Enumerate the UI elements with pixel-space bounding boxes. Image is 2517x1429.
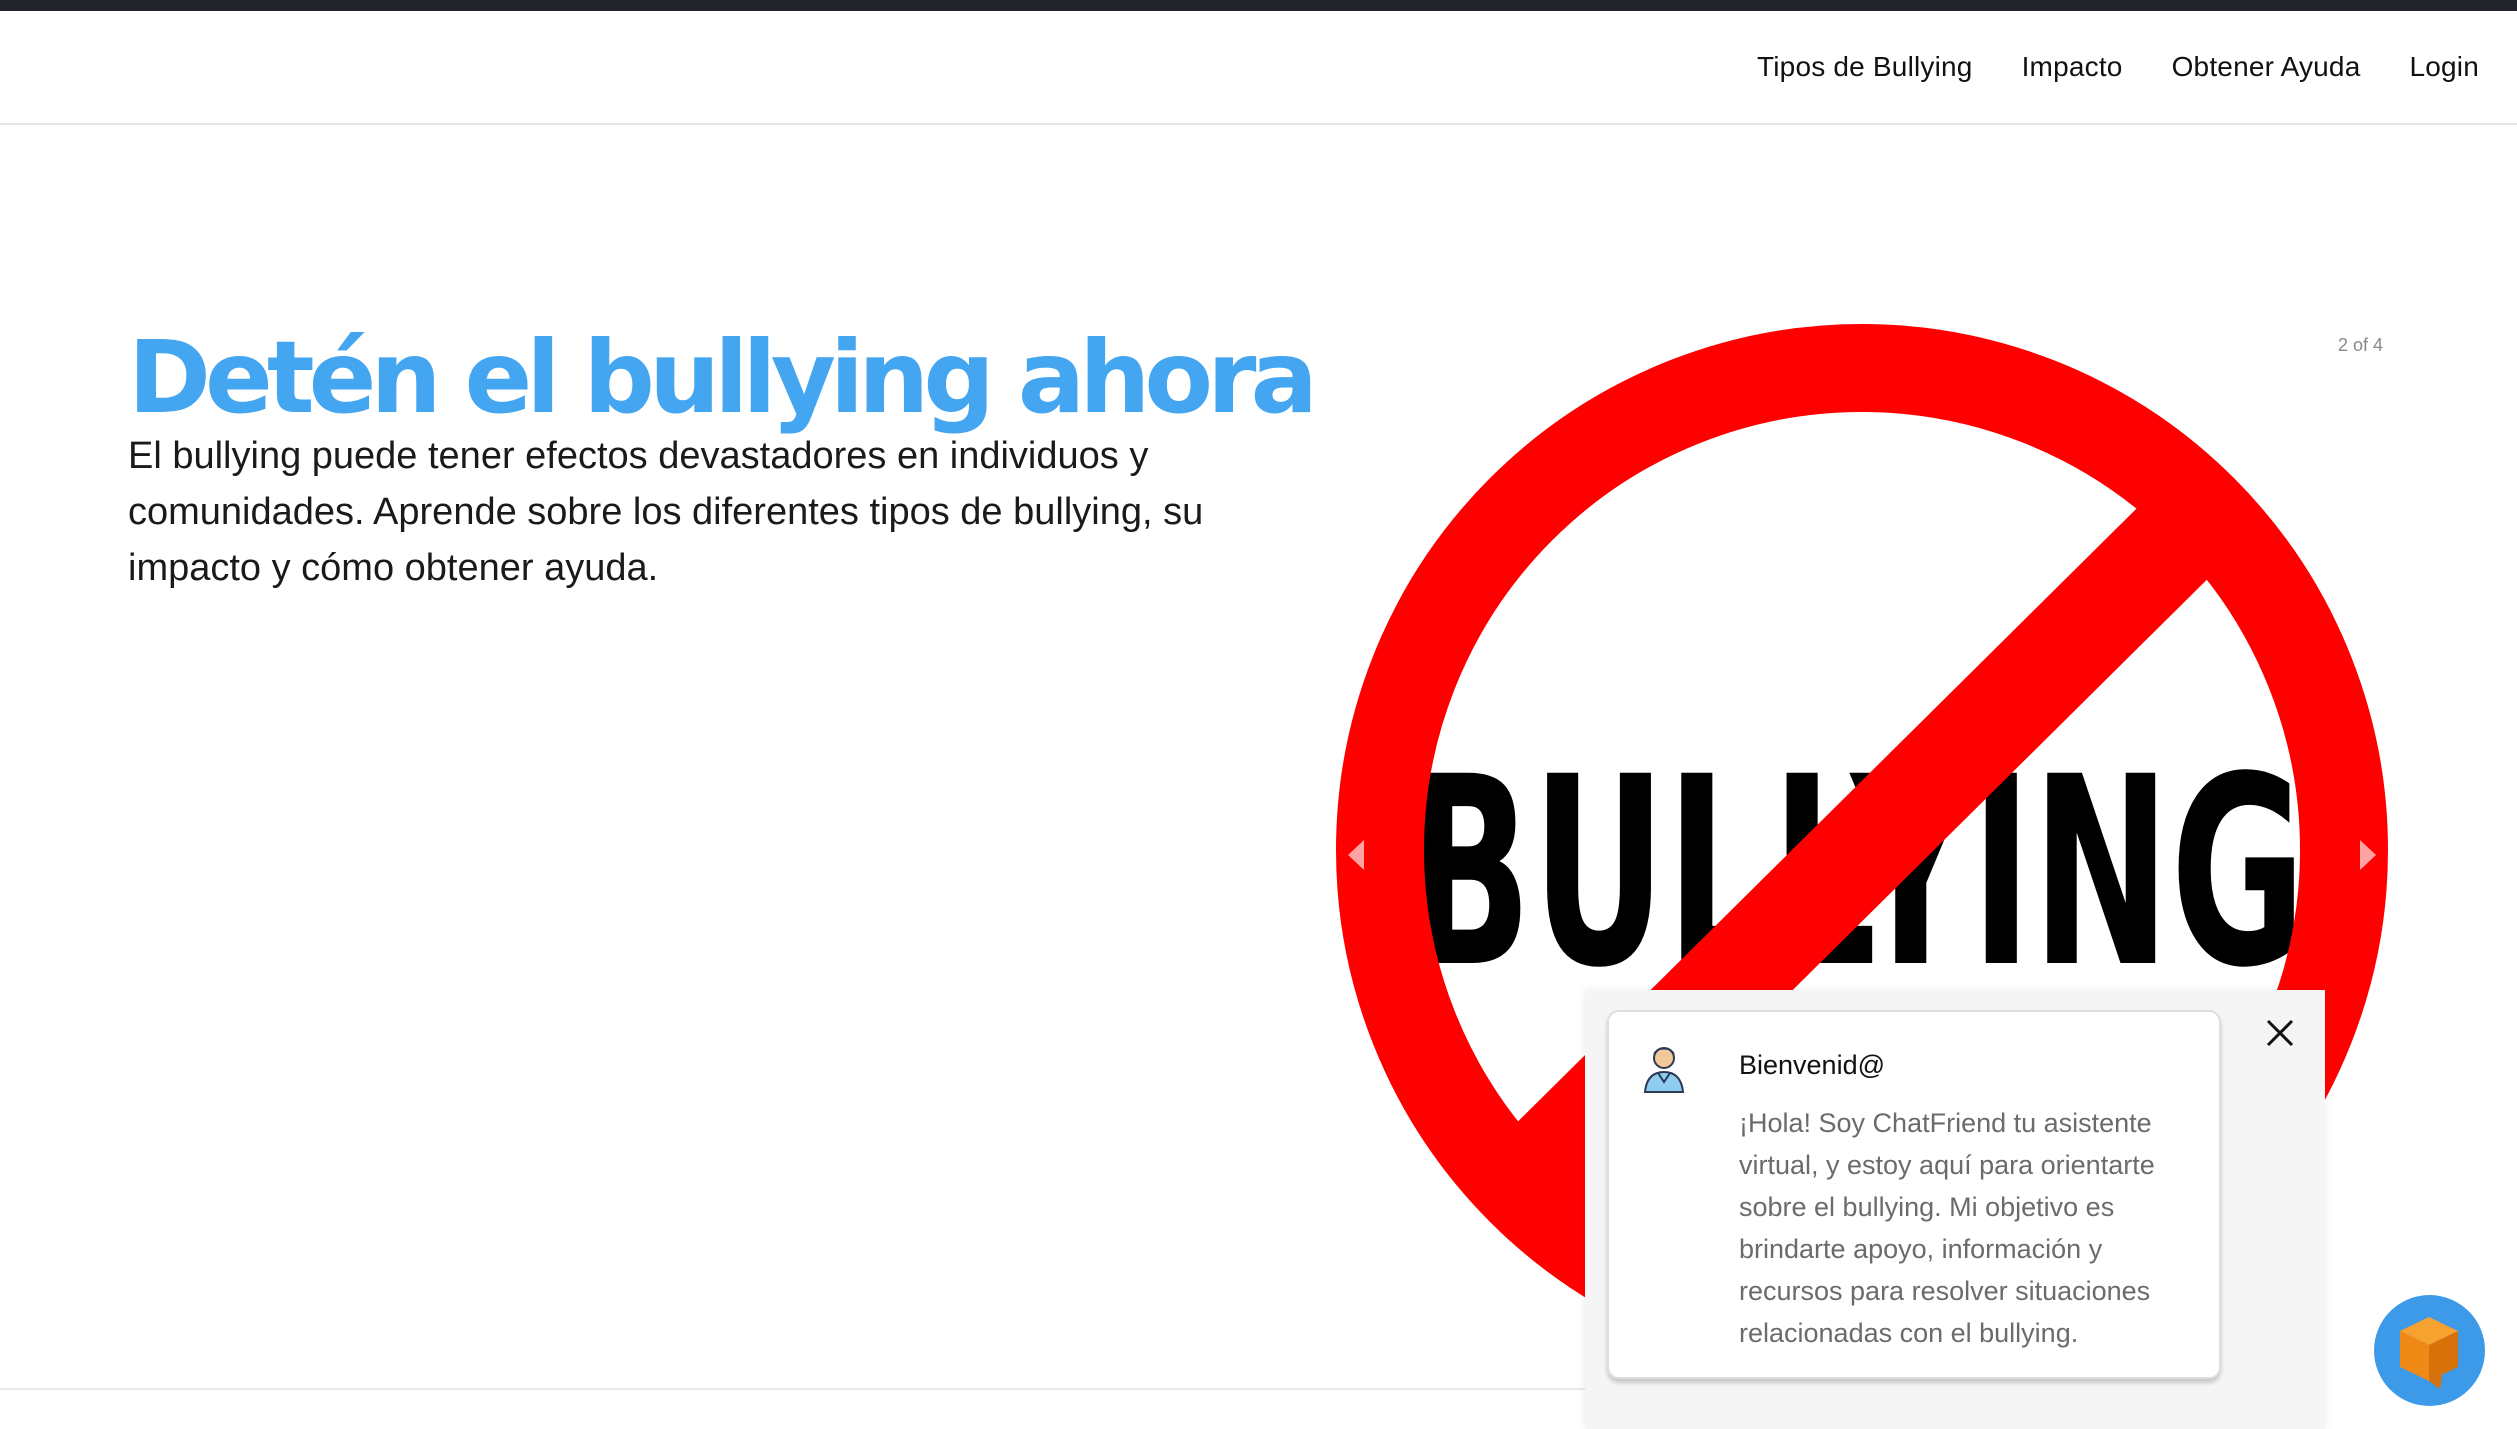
nav-link-tipos-de-bullying[interactable]: Tipos de Bullying <box>1757 51 1973 83</box>
chat-launcher-button[interactable] <box>2374 1295 2485 1406</box>
nav-links: Tipos de Bullying Impacto Obtener Ayuda … <box>1757 11 2479 123</box>
nav-link-obtener-ayuda[interactable]: Obtener Ayuda <box>2172 51 2361 83</box>
chat-message: ¡Hola! Soy ChatFriend tu asistente virtu… <box>1739 1108 2155 1348</box>
chat-cube-icon <box>2400 1317 2458 1389</box>
carousel-prev-arrow-icon[interactable] <box>1348 840 1364 870</box>
window-top-bar <box>0 0 2517 11</box>
hero-description: El bullying puede tener efectos devastad… <box>128 435 1204 589</box>
nav-link-impacto[interactable]: Impacto <box>2022 51 2123 83</box>
chat-welcome-card: Bienvenid@ ¡Hola! Soy ChatFriend tu asis… <box>1607 1010 2221 1379</box>
carousel-counter: 2 of 4 <box>2338 335 2384 355</box>
section-divider <box>0 1388 1590 1390</box>
carousel-next-arrow-icon[interactable] <box>2360 840 2376 870</box>
chat-popup: Bienvenid@ ¡Hola! Soy ChatFriend tu asis… <box>1585 990 2325 1429</box>
assistant-avatar-icon <box>1643 1047 1685 1093</box>
chat-greeting: Bienvenid@ <box>1739 1050 1885 1080</box>
hero-title: Detén el bullying ahora <box>128 319 1318 436</box>
close-icon[interactable] <box>2263 1016 2297 1050</box>
navbar: Tipos de Bullying Impacto Obtener Ayuda … <box>0 11 2517 125</box>
nav-link-login[interactable]: Login <box>2409 51 2479 83</box>
